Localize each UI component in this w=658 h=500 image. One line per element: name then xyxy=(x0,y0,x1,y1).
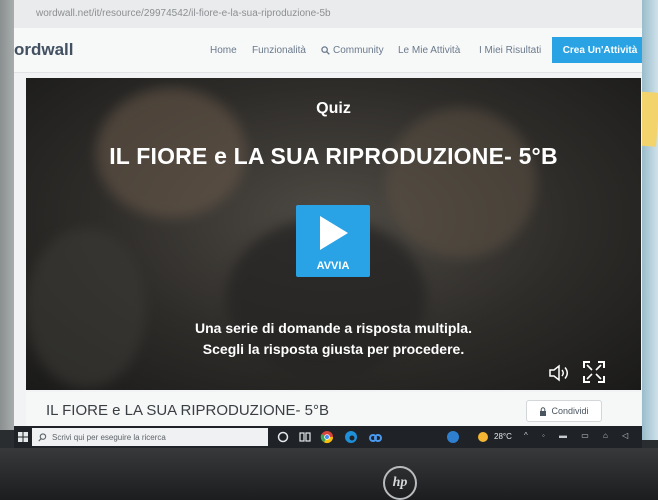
taskbar-search-box[interactable]: Scrivi qui per eseguire la ricerca xyxy=(32,428,268,446)
share-button[interactable]: Condividi xyxy=(526,400,602,422)
nav-my-results[interactable]: I Miei Risultati xyxy=(479,45,541,56)
activity-description-line-2: Scegli la risposta giusta per procedere. xyxy=(202,341,465,357)
activity-title: IL FIORE e LA SUA RIPRODUZIONE- 5°B xyxy=(109,143,558,169)
activity-info-bar: IL FIORE e LA SUA RIPRODUZIONE- 5°B Cond… xyxy=(26,392,641,426)
fullscreen-icon[interactable] xyxy=(583,361,605,383)
edge-icon[interactable] xyxy=(344,430,358,444)
search-icon xyxy=(38,432,47,442)
share-button-label: Condividi xyxy=(551,406,589,416)
reflection-blob xyxy=(386,108,536,258)
sound-icon[interactable] xyxy=(549,364,571,382)
activity-description: Una serie di domande a risposta multipla… xyxy=(26,318,641,360)
hp-logo-icon: hp xyxy=(383,466,417,500)
play-button-label: AVVIA xyxy=(316,260,350,272)
play-icon xyxy=(320,216,348,250)
sun-icon xyxy=(478,432,488,442)
chrome-icon[interactable] xyxy=(320,430,334,444)
top-navigation: ordwall Home Funzionalità Community Le M… xyxy=(14,28,642,73)
system-tray[interactable]: ^ ◦ ▬ ▭ ⌂ ◁ xyxy=(524,431,634,440)
laptop-body xyxy=(0,448,658,500)
activity-page-title: IL FIORE e LA SUA RIPRODUZIONE- 5°B xyxy=(46,402,330,419)
nav-community-label: Community xyxy=(333,45,384,56)
url-text: wordwall.net/it/resource/29974542/il-fio… xyxy=(36,8,331,19)
activity-player[interactable]: Quiz IL FIORE e LA SUA RIPRODUZIONE- 5°B… xyxy=(26,78,641,390)
windows-start-icon[interactable] xyxy=(18,432,28,442)
nav-features[interactable]: Funzionalità xyxy=(252,45,306,56)
play-button[interactable]: AVVIA xyxy=(296,205,370,277)
nav-community[interactable]: Community xyxy=(321,45,384,56)
nav-my-activities[interactable]: Le Mie Attività xyxy=(398,45,460,56)
nav-home[interactable]: Home xyxy=(210,45,237,56)
taskbar-search-placeholder: Scrivi qui per eseguire la ricerca xyxy=(52,432,166,442)
activity-type: Quiz xyxy=(316,100,351,117)
laptop-screen: wordwall.net/it/resource/29974542/il-fio… xyxy=(14,0,642,448)
weather-app-icon[interactable] xyxy=(446,430,460,444)
lock-icon xyxy=(540,406,547,416)
activity-description-line-1: Una serie di domande a risposta multipla… xyxy=(195,320,472,336)
app-icon[interactable] xyxy=(368,430,382,444)
create-activity-button[interactable]: Crea Un'Attività xyxy=(552,37,642,63)
task-view-icon[interactable] xyxy=(298,430,312,444)
reflection-blob xyxy=(26,228,146,388)
windows-taskbar: Scrivi qui per eseguire la ricerca 28°C … xyxy=(14,426,642,448)
cortana-icon[interactable] xyxy=(276,430,290,444)
search-icon xyxy=(321,46,330,55)
address-bar[interactable]: wordwall.net/it/resource/29974542/il-fio… xyxy=(14,0,642,28)
weather-temperature: 28°C xyxy=(494,432,512,441)
wordwall-logo[interactable]: ordwall xyxy=(14,40,74,60)
